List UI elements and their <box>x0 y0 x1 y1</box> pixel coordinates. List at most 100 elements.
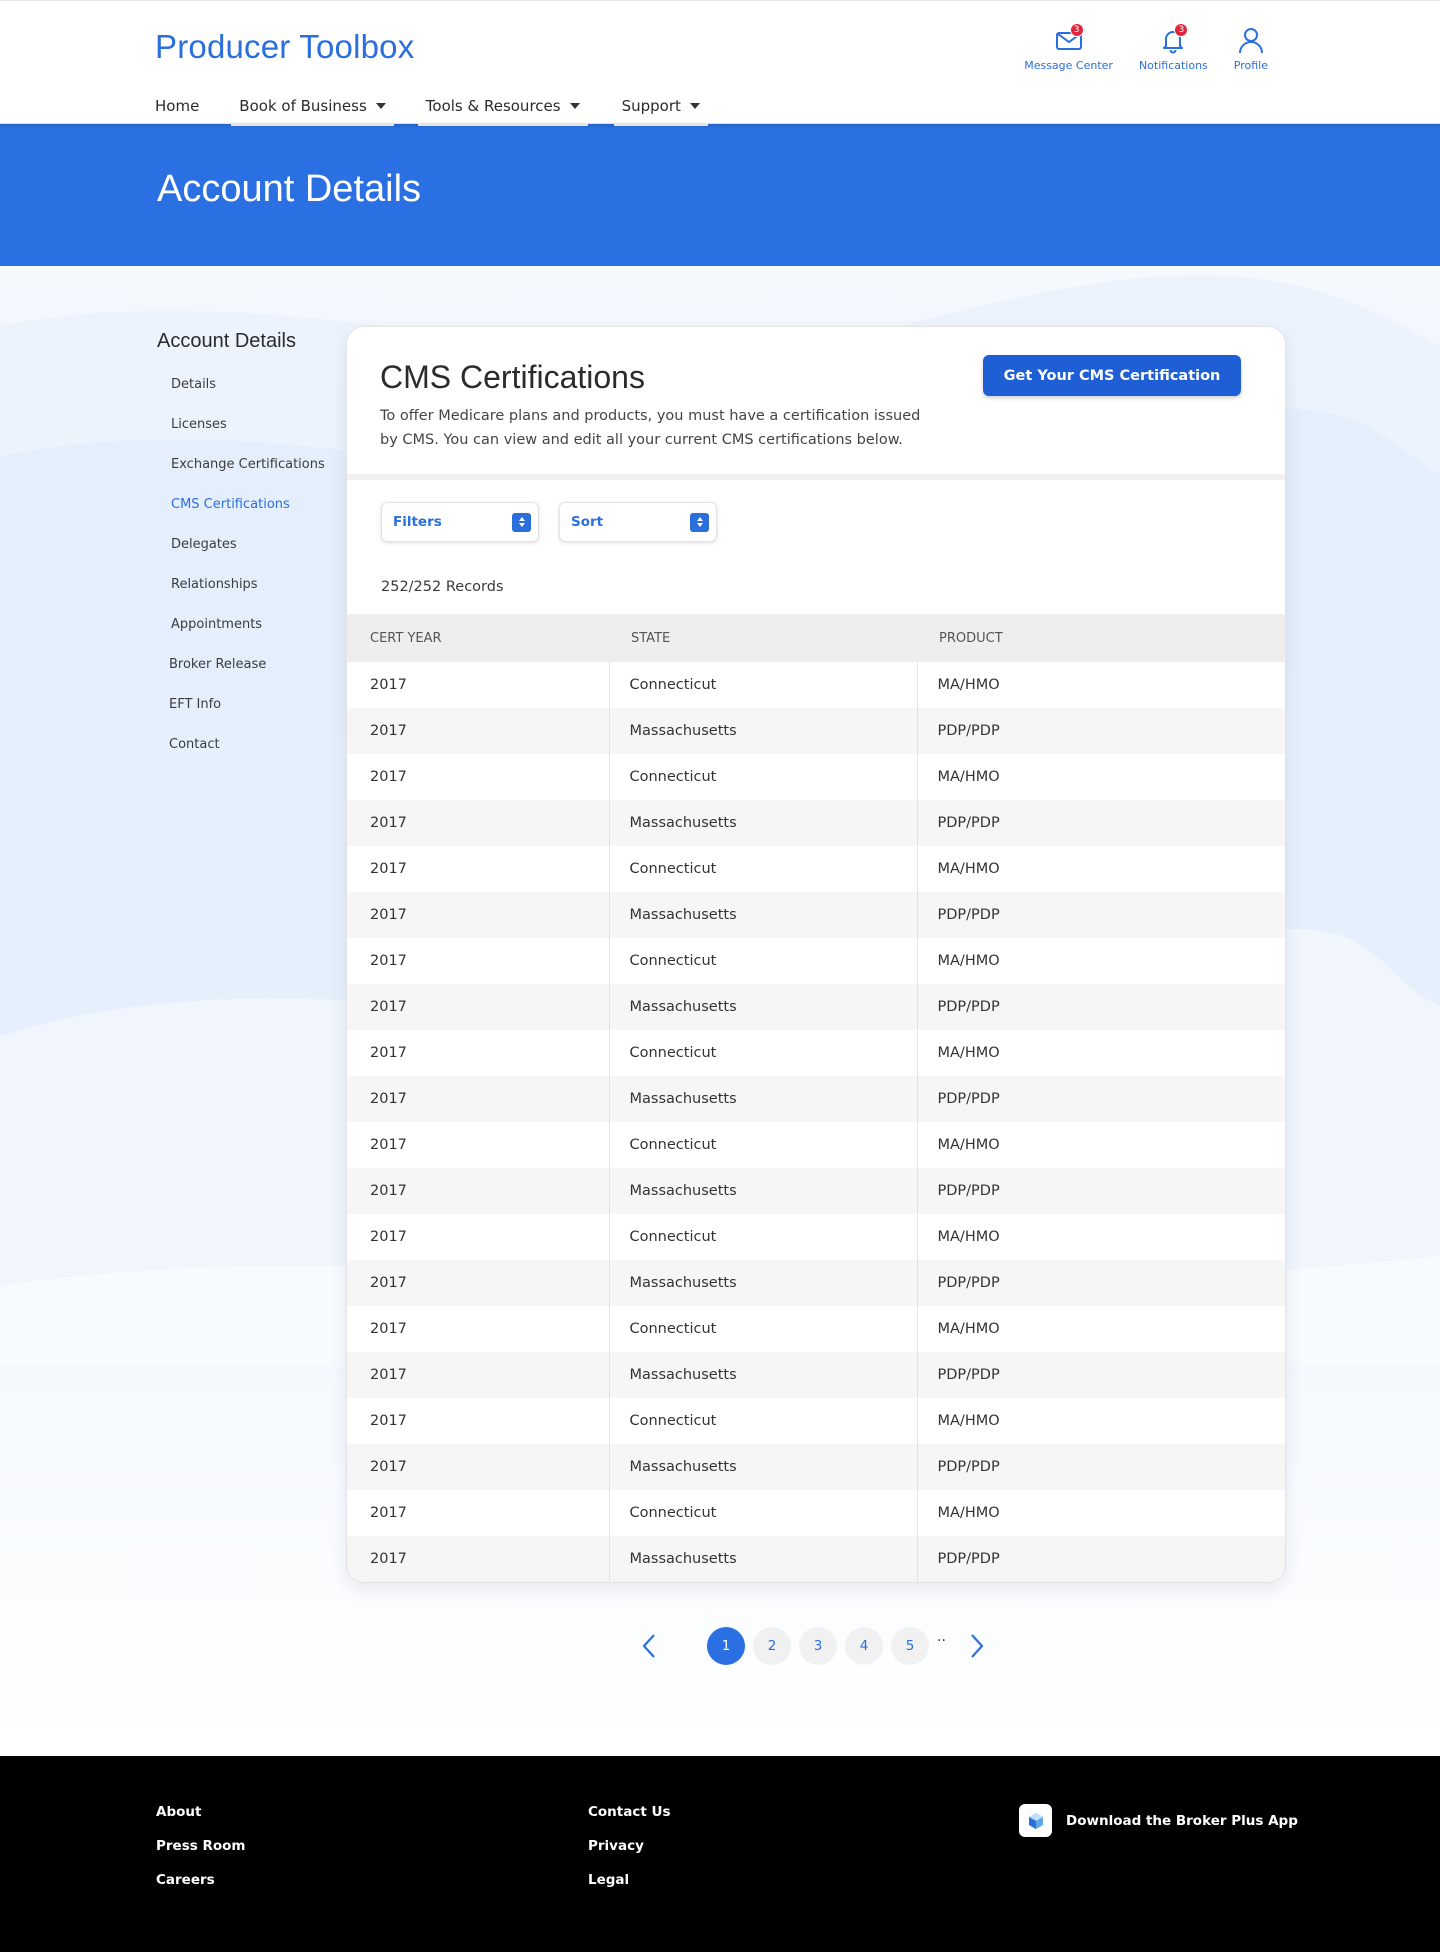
table-row[interactable]: 2017 Massachusetts PDP/PDP <box>347 984 1285 1030</box>
cell-cert-year: 2017 <box>347 754 610 800</box>
cell-state: Connecticut <box>609 1122 918 1168</box>
cell-product: PDP/PDP <box>917 1076 1285 1122</box>
sidebar-item-licenses[interactable]: Licenses <box>157 405 337 445</box>
page-3-button[interactable]: 3 <box>799 1627 837 1665</box>
table-row[interactable]: 2017 Massachusetts PDP/PDP <box>347 892 1285 938</box>
table-row[interactable]: 2017 Massachusetts PDP/PDP <box>347 1168 1285 1214</box>
footer-link-careers[interactable]: Careers <box>156 1872 246 1906</box>
cell-cert-year: 2017 <box>347 984 610 1030</box>
sidebar-item-relationships[interactable]: Relationships <box>157 565 337 605</box>
sidebar-item-exchange-certifications[interactable]: Exchange Certifications <box>157 445 337 485</box>
page-1-button[interactable]: 1 <box>707 1627 745 1665</box>
cell-state: Connecticut <box>609 1490 918 1536</box>
chevron-left-icon[interactable] <box>637 1628 661 1664</box>
nav-support-label: Support <box>621 97 681 115</box>
sidebar-item-contact[interactable]: Contact <box>157 725 337 765</box>
column-header-state[interactable]: STATE <box>609 614 917 662</box>
sidebar-item-eft-info[interactable]: EFT Info <box>157 685 337 725</box>
cell-product: PDP/PDP <box>917 1536 1285 1582</box>
select-arrows-icon <box>512 512 531 532</box>
table-row[interactable]: 2017 Connecticut MA/HMO <box>347 1490 1285 1536</box>
nav-support[interactable]: Support <box>613 87 709 126</box>
brand-logo[interactable]: Producer Toolbox <box>155 28 414 66</box>
table-row[interactable]: 2017 Connecticut MA/HMO <box>347 662 1285 708</box>
cell-product: MA/HMO <box>937 861 1000 877</box>
site-header: Producer Toolbox Home Book of Business T… <box>0 0 1440 126</box>
nav-book-of-business[interactable]: Book of Business <box>231 87 395 126</box>
table-row[interactable]: 2017 Connecticut MA/HMO <box>347 846 1285 892</box>
message-center-button[interactable]: 3 Message Center <box>1024 23 1113 72</box>
table-row[interactable]: 2017 Massachusetts PDP/PDP <box>347 1076 1285 1122</box>
sort-select[interactable]: Sort <box>559 502 717 542</box>
table-row[interactable]: 2017 Massachusetts PDP/PDP <box>347 708 1285 754</box>
footer-link-contact-us[interactable]: Contact Us <box>588 1804 671 1838</box>
table-row[interactable]: 2017 Connecticut MA/HMO <box>347 1306 1285 1352</box>
card-header: CMS Certifications To offer Medicare pla… <box>347 327 1285 480</box>
cell-cert-year: 2017 <box>347 708 610 754</box>
cell-product: MA/HMO <box>937 1137 1000 1153</box>
cell-cert-year: 2017 <box>347 892 610 938</box>
select-arrows-icon <box>690 512 709 532</box>
table-row[interactable]: 2017 Connecticut MA/HMO <box>347 1398 1285 1444</box>
cell-product: MA/HMO <box>937 769 1000 785</box>
notifications-button[interactable]: 3 Notifications <box>1139 23 1208 72</box>
cell-state: Massachusetts <box>609 1444 918 1490</box>
cell-state: Massachusetts <box>609 1352 918 1398</box>
profile-label: Profile <box>1233 59 1268 72</box>
cell-cert-year: 2017 <box>347 1490 610 1536</box>
table-row[interactable]: 2017 Massachusetts PDP/PDP <box>347 1444 1285 1490</box>
sidebar-item-delegates[interactable]: Delegates <box>157 525 337 565</box>
sort-label: Sort <box>571 514 604 530</box>
table-row[interactable]: 2017 Massachusetts PDP/PDP <box>347 1536 1285 1582</box>
sidebar-item-broker-release[interactable]: Broker Release <box>157 645 337 685</box>
nav-home[interactable]: Home <box>155 87 199 125</box>
page-hero: Account Details <box>0 124 1440 266</box>
table-row[interactable]: 2017 Connecticut MA/HMO <box>347 1030 1285 1076</box>
table-row[interactable]: 2017 Connecticut MA/HMO <box>347 1214 1285 1260</box>
column-header-product[interactable]: PRODUCT <box>917 614 1285 662</box>
cell-cert-year: 2017 <box>347 1122 610 1168</box>
cell-cert-year: 2017 <box>347 662 610 708</box>
table-row[interactable]: 2017 Massachusetts PDP/PDP <box>347 1260 1285 1306</box>
cell-product: MA/HMO <box>937 1045 1000 1061</box>
page-2-button[interactable]: 2 <box>753 1627 791 1665</box>
table-row[interactable]: 2017 Massachusetts PDP/PDP <box>347 800 1285 846</box>
sidebar-item-details[interactable]: Details <box>157 365 337 405</box>
column-header-cert-year[interactable]: CERT YEAR <box>347 614 609 662</box>
cell-cert-year: 2017 <box>347 1260 610 1306</box>
table-row[interactable]: 2017 Massachusetts PDP/PDP <box>347 1352 1285 1398</box>
cell-state: Connecticut <box>609 938 918 984</box>
download-app-link[interactable]: Download the Broker Plus App <box>1019 1804 1298 1837</box>
nav-tools-resources[interactable]: Tools & Resources <box>417 87 588 126</box>
chevron-right-icon[interactable] <box>965 1628 989 1664</box>
cell-product: PDP/PDP <box>917 1260 1285 1306</box>
cell-product: MA/HMO <box>937 1229 1000 1245</box>
footer-link-privacy[interactable]: Privacy <box>588 1838 671 1872</box>
message-count-badge: 3 <box>1069 23 1084 37</box>
profile-button[interactable]: Profile <box>1234 25 1268 72</box>
page-4-button[interactable]: 4 <box>845 1627 883 1665</box>
cell-state: Connecticut <box>609 1306 918 1352</box>
cms-certifications-card: CMS Certifications To offer Medicare pla… <box>346 326 1286 1583</box>
footer-link-about[interactable]: About <box>156 1804 246 1838</box>
footer-link-legal[interactable]: Legal <box>588 1872 671 1906</box>
get-cms-certification-button[interactable]: Get Your CMS Certification <box>983 355 1241 396</box>
sidebar-item-cms-certifications[interactable]: CMS Certifications <box>157 485 337 525</box>
filters-select[interactable]: Filters <box>381 502 539 542</box>
cell-state: Massachusetts <box>609 1260 918 1306</box>
table-row[interactable]: 2017 Connecticut MA/HMO <box>347 1122 1285 1168</box>
certifications-table: CERT YEAR STATE PRODUCT 2017 Connecticut M… <box>347 614 1285 1582</box>
table-row[interactable]: 2017 Connecticut MA/HMO <box>347 754 1285 800</box>
cell-state: Massachusetts <box>609 1536 918 1582</box>
page-5-button[interactable]: 5 <box>891 1627 929 1665</box>
site-footer: About Press Room Careers Contact Us Priv… <box>0 1756 1440 1952</box>
table-row[interactable]: 2017 Connecticut MA/HMO <box>347 938 1285 984</box>
content-area: Account Details Details Licenses Exchang… <box>0 266 1440 1756</box>
cell-product: PDP/PDP <box>917 1352 1285 1398</box>
footer-link-press-room[interactable]: Press Room <box>156 1838 246 1872</box>
cell-product: PDP/PDP <box>917 892 1285 938</box>
table-controls: Filters Sort <box>347 480 1285 542</box>
cell-state: Massachusetts <box>609 1168 918 1214</box>
cell-cert-year: 2017 <box>347 1352 610 1398</box>
sidebar-item-appointments[interactable]: Appointments <box>157 605 337 645</box>
